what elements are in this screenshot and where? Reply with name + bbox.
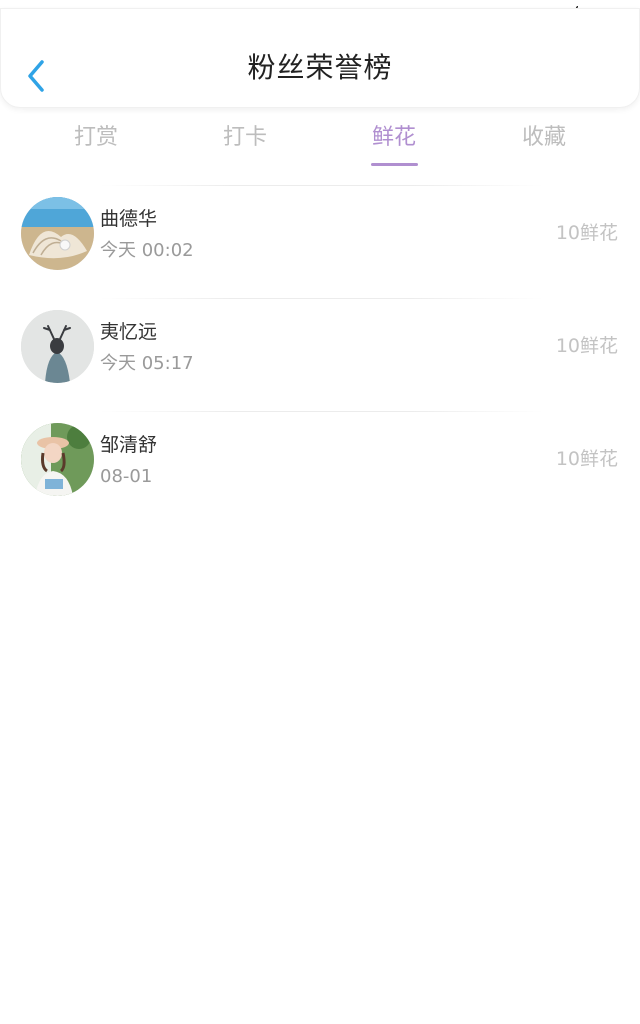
user-time: 今天 05:17: [100, 353, 194, 374]
flower-count: 10鲜花: [555, 448, 618, 470]
divider: [100, 411, 544, 412]
tab-flowers[interactable]: 鲜花: [334, 115, 454, 165]
flower-count: 10鲜花: [555, 222, 618, 244]
user-name: 邹清舒: [100, 434, 158, 456]
page-title: 粉丝荣誉榜: [247, 51, 393, 84]
tab-tip[interactable]: 打赏: [36, 115, 156, 165]
divider: [100, 298, 544, 299]
user-time: 08-01: [100, 466, 153, 487]
list-item[interactable]: 夷忆远 今天 05:17 10鲜花: [0, 298, 640, 411]
screen: 粉丝荣誉榜 打赏 打卡 鲜花 收藏 曲德华 今天 00:02 10鲜花 夷忆远 …: [0, 0, 640, 1024]
flower-count: 10鲜花: [555, 335, 618, 357]
active-tab-indicator: [371, 163, 418, 166]
user-name: 曲德华: [100, 208, 158, 230]
girl-with-hat-avatar: [21, 423, 94, 496]
divider: [100, 185, 544, 186]
avatar: [21, 310, 94, 383]
tab-checkin[interactable]: 打卡: [185, 115, 305, 165]
tab-favorites[interactable]: 收藏: [484, 115, 604, 165]
user-time: 今天 00:02: [100, 240, 194, 261]
tab-bar: 打赏 打卡 鲜花 收藏: [0, 115, 640, 175]
fan-list: 曲德华 今天 00:02 10鲜花 夷忆远 今天 05:17 10鲜花 邹清舒 …: [0, 185, 640, 524]
seashell-pearl-avatar: [21, 197, 94, 270]
user-name: 夷忆远: [100, 321, 158, 343]
avatar: [21, 197, 94, 270]
avatar: [21, 423, 94, 496]
list-item[interactable]: 邹清舒 08-01 10鲜花: [0, 411, 640, 524]
antlered-figure-avatar: [21, 310, 94, 383]
list-item[interactable]: 曲德华 今天 00:02 10鲜花: [0, 185, 640, 298]
